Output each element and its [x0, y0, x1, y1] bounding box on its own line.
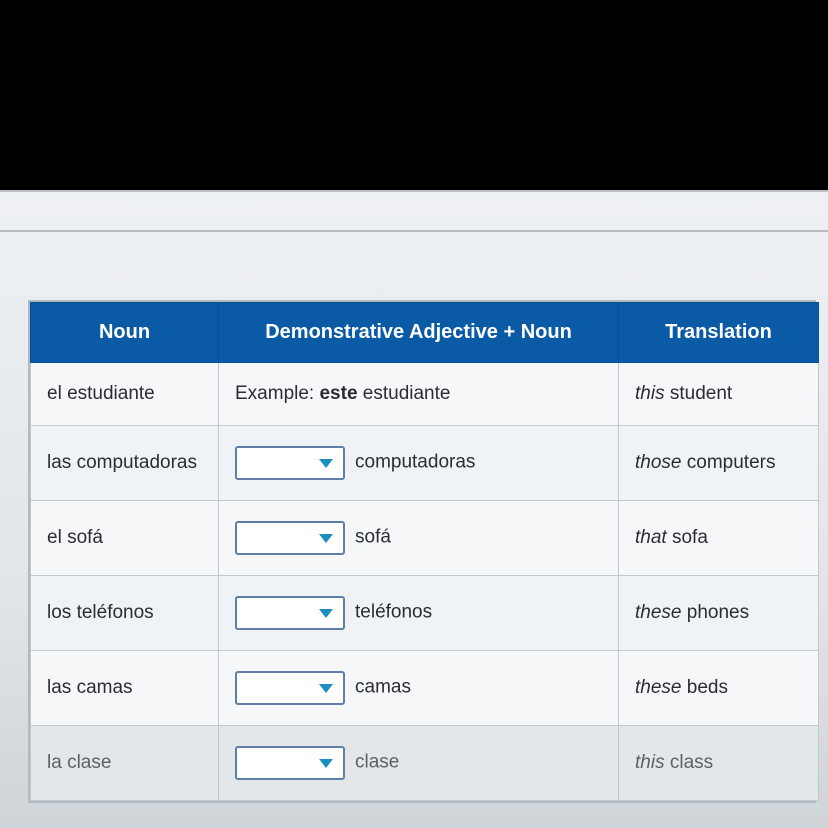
- translation-cell: these beds: [619, 651, 819, 726]
- noun-after: clase: [355, 752, 399, 773]
- translation-italic: these: [635, 677, 681, 698]
- noun-after: camas: [355, 677, 411, 698]
- noun-after: sofá: [355, 527, 391, 548]
- adjective-dropdown[interactable]: [235, 671, 345, 705]
- answer-cell: teléfonos: [219, 576, 619, 651]
- translation-italic: this: [635, 752, 665, 773]
- example-suffix: estudiante: [358, 383, 451, 404]
- example-prefix: Example:: [235, 383, 319, 404]
- adjective-dropdown[interactable]: [235, 746, 345, 780]
- exercise-table: Noun Demonstrative Adjective + Noun Tran…: [28, 300, 816, 803]
- translation-rest: class: [665, 752, 714, 773]
- translation-cell: those computers: [619, 426, 819, 501]
- table-row: las computadoras computadoras those comp…: [31, 426, 819, 501]
- chevron-down-icon: [319, 684, 333, 693]
- noun-after: computadoras: [355, 452, 475, 473]
- adjective-dropdown[interactable]: [235, 521, 345, 555]
- adjective-dropdown[interactable]: [235, 446, 345, 480]
- noun-cell: las computadoras: [31, 426, 219, 501]
- translation-rest: student: [665, 383, 733, 404]
- noun-after: teléfonos: [355, 602, 432, 623]
- chevron-down-icon: [319, 609, 333, 618]
- horizontal-rule: [0, 230, 828, 232]
- table-row: las camas camas these beds: [31, 651, 819, 726]
- answer-cell: computadoras: [219, 426, 619, 501]
- header-adjective: Demonstrative Adjective + Noun: [219, 303, 619, 363]
- translation-italic: that: [635, 527, 667, 548]
- example-row: el estudiante Example: este estudiante t…: [31, 363, 819, 426]
- answer-cell: clase: [219, 726, 619, 801]
- chevron-down-icon: [319, 459, 333, 468]
- example-cell: Example: este estudiante: [219, 363, 619, 426]
- answer-cell: camas: [219, 651, 619, 726]
- noun-cell: el sofá: [31, 501, 219, 576]
- translation-italic: those: [635, 452, 681, 473]
- translation-rest: computers: [681, 452, 775, 473]
- translation-cell: these phones: [619, 576, 819, 651]
- noun-cell: la clase: [31, 726, 219, 801]
- table-row: la clase clase this class: [31, 726, 819, 801]
- header-noun: Noun: [31, 303, 219, 363]
- translation-cell: this student: [619, 363, 819, 426]
- header-translation: Translation: [619, 303, 819, 363]
- table-header-row: Noun Demonstrative Adjective + Noun Tran…: [31, 303, 819, 363]
- noun-cell: el estudiante: [31, 363, 219, 426]
- translation-rest: sofa: [667, 527, 708, 548]
- translation-cell: this class: [619, 726, 819, 801]
- translation-italic: this: [635, 383, 665, 404]
- table-row: el sofá sofá that sofa: [31, 501, 819, 576]
- noun-cell: los teléfonos: [31, 576, 219, 651]
- translation-cell: that sofa: [619, 501, 819, 576]
- adjective-dropdown[interactable]: [235, 596, 345, 630]
- example-bold: este: [319, 383, 357, 404]
- table-row: los teléfonos teléfonos these phones: [31, 576, 819, 651]
- noun-cell: las camas: [31, 651, 219, 726]
- translation-rest: beds: [681, 677, 727, 698]
- answer-cell: sofá: [219, 501, 619, 576]
- translation-rest: phones: [681, 602, 749, 623]
- chevron-down-icon: [319, 534, 333, 543]
- translation-italic: these: [635, 602, 681, 623]
- chevron-down-icon: [319, 759, 333, 768]
